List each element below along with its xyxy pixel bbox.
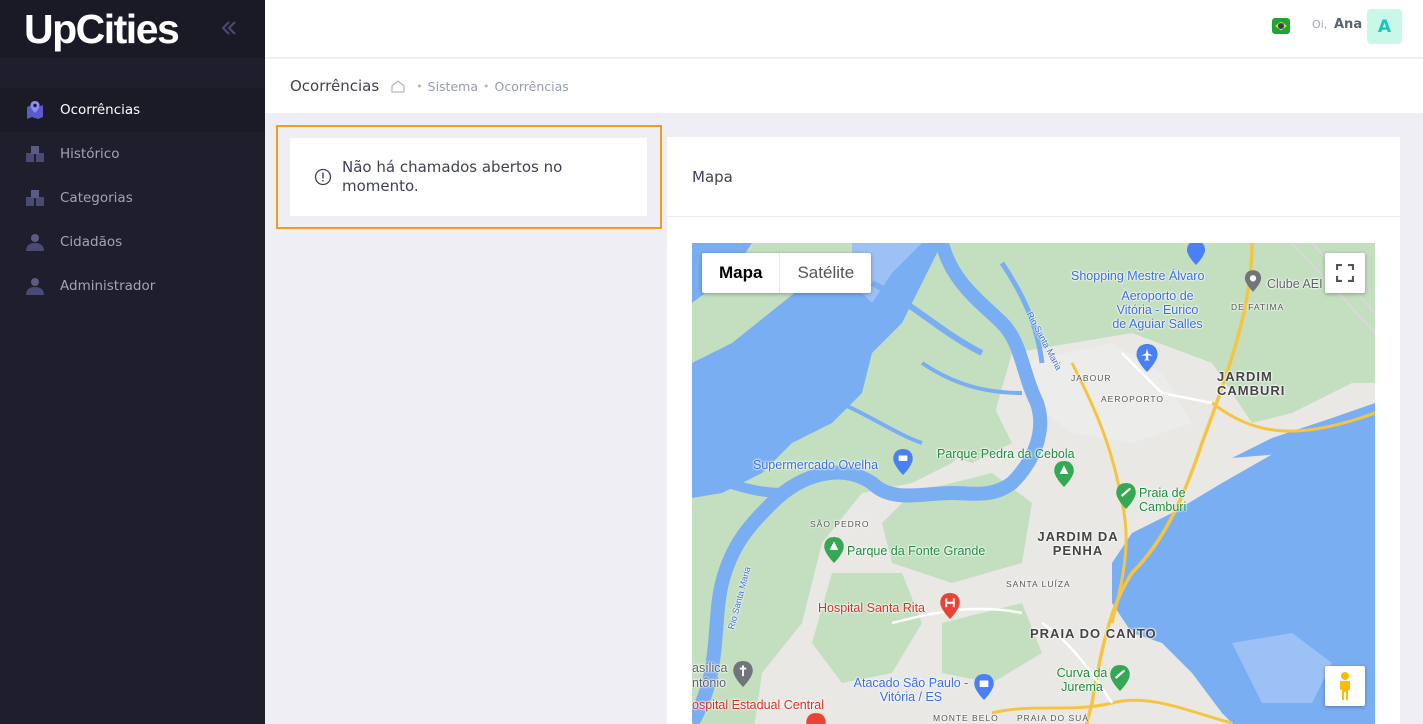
map-label-jardim-penha: JARDIM DA PENHA [1037, 529, 1119, 558]
home-icon[interactable] [391, 79, 405, 93]
breadcrumb-separator: • [416, 79, 423, 93]
map-label-de-fatima: DE FATIMA [1231, 302, 1285, 312]
map-label-atacado: Atacado São Paulo - Vitória / ES [853, 676, 969, 704]
map-card-title: Mapa [692, 167, 733, 186]
street-view-pegman-button[interactable] [1325, 666, 1365, 706]
double-chevron-left-icon [221, 21, 236, 35]
beach-pin-icon[interactable] [1115, 483, 1137, 509]
sidebar-item-ocorrencias[interactable]: Ocorrências [0, 88, 265, 132]
park-pin-icon[interactable] [1053, 461, 1075, 487]
pegman-icon [1340, 672, 1350, 700]
map-view[interactable]: Shopping Mestre Álvaro Clube AEI DE FATI… [692, 243, 1375, 724]
map-type-control: Mapa Satélite [702, 253, 872, 293]
fullscreen-icon [1336, 264, 1354, 282]
sidebar: UpCities Ocorrências Histórico Categoria… [0, 0, 265, 724]
sidebar-menu: Ocorrências Histórico Categorias Cidadão… [0, 88, 265, 308]
sidebar-item-label: Ocorrências [60, 102, 141, 118]
sidebar-item-cidadaos[interactable]: Cidadãos [0, 220, 265, 264]
hospital-pin-icon[interactable] [805, 713, 827, 724]
map-label-hospital-estadual: ospital Estadual Central [692, 698, 825, 712]
map-label-monte-belo: MONTE BELO [933, 713, 999, 723]
shopping-pin-icon[interactable] [1186, 243, 1206, 265]
user-icon [24, 231, 46, 253]
map-label-clube: Clube AEI [1267, 277, 1323, 291]
church-pin-icon[interactable] [732, 661, 754, 687]
sidebar-item-label: Administrador [60, 278, 156, 294]
map-label-santa-luiza: SANTA LUÍZA [1006, 579, 1071, 589]
beach-pin-icon[interactable] [1109, 665, 1131, 691]
map-label-praia-sua: PRAIA DO SUÁ [1017, 713, 1089, 723]
user-icon [24, 275, 46, 297]
hospital-pin-icon[interactable] [939, 593, 961, 619]
map-label-jardim-camburi: JARDIM CAMBURI [1217, 369, 1286, 398]
sidebar-item-historico[interactable]: Histórico [0, 132, 265, 176]
info-circle-icon [314, 168, 332, 186]
map-label-shopping: Shopping Mestre Álvaro [1071, 269, 1205, 283]
breadcrumb-ocorrencias[interactable]: Ocorrências [495, 79, 569, 94]
map-label-hospital-santa-rita: Hospital Santa Rita [818, 601, 926, 615]
sidebar-item-categorias[interactable]: Categorias [0, 176, 265, 220]
sidebar-item-label: Cidadãos [60, 234, 123, 250]
sidebar-item-label: Histórico [60, 146, 120, 162]
map-label-parque-fonte: Parque da Fonte Grande [847, 544, 986, 558]
page-title: Ocorrências [290, 77, 380, 95]
sidebar-item-administrador[interactable]: Administrador [0, 264, 265, 308]
place-pin-icon[interactable] [1244, 270, 1262, 292]
map-label-supermercado: Supermercado Ovelha [753, 458, 879, 472]
brazil-flag-icon[interactable] [1272, 18, 1290, 34]
shopping-cart-pin-icon[interactable] [892, 449, 914, 475]
app-logo[interactable]: UpCities [24, 6, 180, 53]
map-label-parque-pedra: Parque Pedra da Cebola [937, 447, 1075, 461]
collapse-sidebar-button[interactable] [218, 17, 240, 39]
map-label-jabour: JABOUR [1071, 373, 1112, 383]
alert-message: Não há chamados abertos no momento. [342, 158, 563, 195]
map-label-sao-pedro: SÃO PEDRO [810, 519, 870, 529]
map-label-aeroporto: AEROPORTO [1101, 394, 1165, 404]
map-label-praia-camburi: Praia de Camburi [1139, 486, 1187, 514]
airport-pin-icon[interactable] [1135, 344, 1159, 372]
map-label-praia-canto: PRAIA DO CANTO [1030, 626, 1157, 641]
map-label-aeroporto-name: Aeroporto de Vitória - Eurico de Aguiar … [1112, 289, 1203, 331]
map-marker-icon [24, 99, 46, 121]
store-pin-icon[interactable] [973, 674, 995, 700]
map-label-antonio: ntônio [692, 676, 727, 690]
sidebar-item-label: Categorias [60, 190, 133, 206]
map-type-mapa-button[interactable]: Mapa [702, 253, 779, 293]
breadcrumb-sistema[interactable]: Sistema [428, 79, 478, 94]
layers-icon [24, 187, 46, 209]
map-card: Mapa Shopping Mestre Álvaro Clube AEI DE… [667, 137, 1400, 724]
breadcrumb-separator: • [483, 79, 490, 93]
fullscreen-button[interactable] [1325, 253, 1365, 293]
park-pin-icon[interactable] [823, 537, 845, 563]
map-card-header: Mapa [667, 137, 1400, 217]
greeting-text: Oi, [1312, 18, 1328, 31]
subheader: Ocorrências • Sistema • Ocorrências [265, 59, 1423, 113]
avatar[interactable]: A [1367, 9, 1402, 44]
top-header: Oi, Ana A [265, 0, 1423, 58]
user-name[interactable]: Ana [1334, 17, 1362, 32]
layers-icon [24, 143, 46, 165]
map-type-satelite-button[interactable]: Satélite [780, 253, 871, 293]
map-label-basilica: asílica [692, 661, 728, 675]
map-label-curva-jurema: Curva da Jurema [1056, 666, 1108, 694]
no-tickets-alert: Não há chamados abertos no momento. [290, 138, 647, 216]
